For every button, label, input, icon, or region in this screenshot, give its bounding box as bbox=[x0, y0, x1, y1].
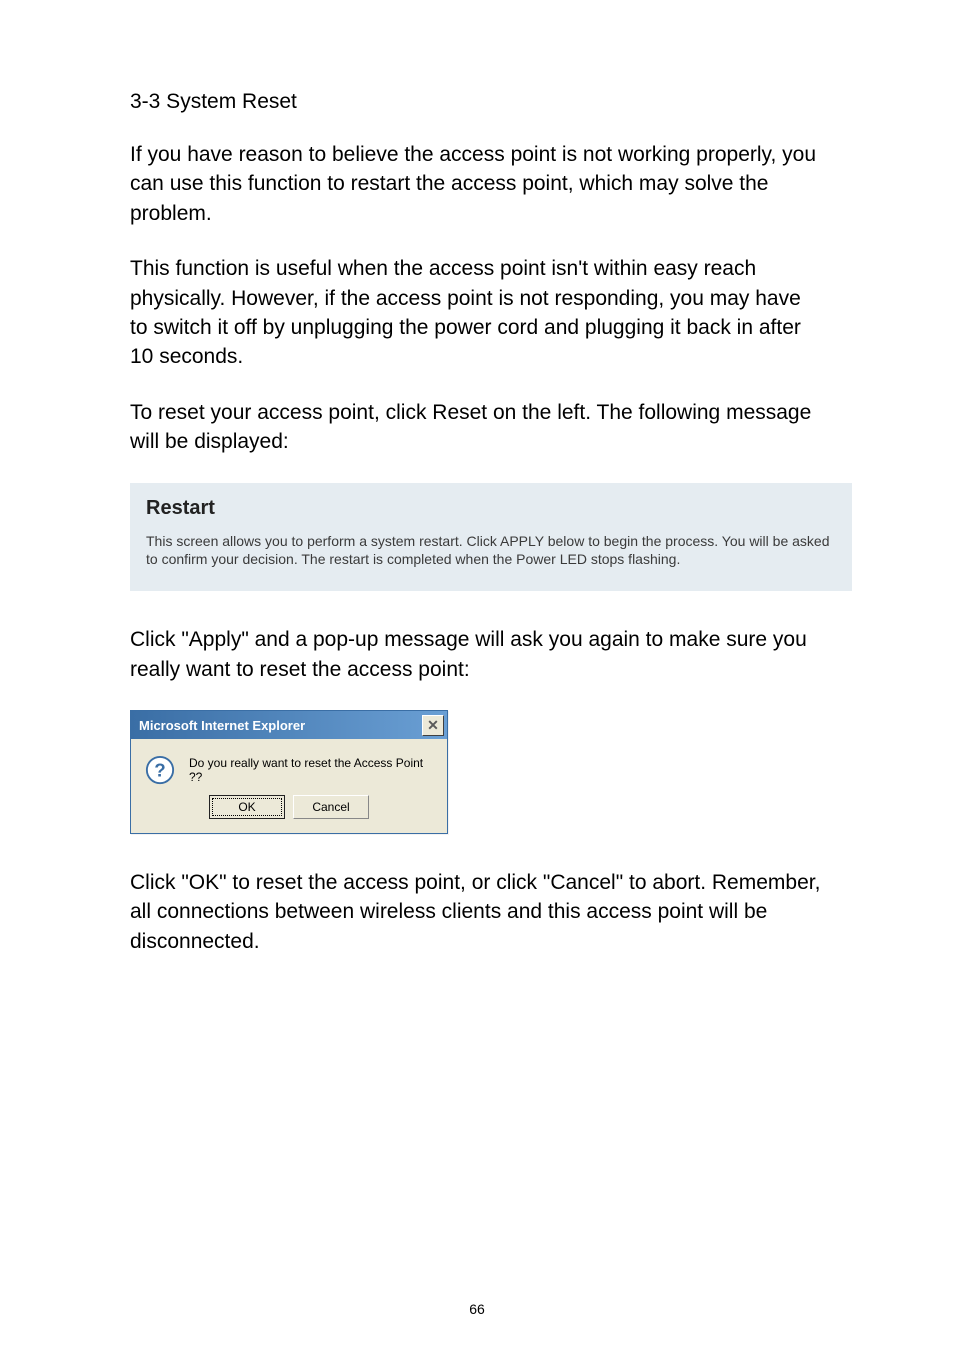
paragraph-4: Click "Apply" and a pop-up message will … bbox=[130, 625, 824, 684]
cancel-button[interactable]: Cancel bbox=[293, 795, 369, 819]
confirm-dialog: Microsoft Internet Explorer ✕ ? Do you r… bbox=[130, 710, 448, 834]
dialog-buttons: OK Cancel bbox=[131, 795, 447, 833]
page-number: 66 bbox=[0, 1301, 954, 1317]
restart-body: This screen allows you to perform a syst… bbox=[146, 532, 836, 570]
dialog-body: ? Do you really want to reset the Access… bbox=[131, 739, 447, 795]
restart-title: Restart bbox=[146, 497, 836, 520]
paragraph-3: To reset your access point, click Reset … bbox=[130, 398, 824, 457]
paragraph-1: If you have reason to believe the access… bbox=[130, 140, 824, 228]
svg-text:?: ? bbox=[154, 760, 165, 781]
ok-button[interactable]: OK bbox=[209, 795, 285, 819]
dialog-title: Microsoft Internet Explorer bbox=[139, 718, 305, 733]
question-icon: ? bbox=[145, 755, 175, 785]
restart-panel: Restart This screen allows you to perfor… bbox=[130, 483, 852, 592]
close-icon[interactable]: ✕ bbox=[422, 715, 444, 736]
dialog-titlebar: Microsoft Internet Explorer ✕ bbox=[131, 711, 447, 739]
paragraph-2: This function is useful when the access … bbox=[130, 254, 824, 372]
section-heading: 3-3 System Reset bbox=[130, 90, 824, 114]
dialog-message: Do you really want to reset the Access P… bbox=[189, 756, 433, 784]
paragraph-5: Click "OK" to reset the access point, or… bbox=[130, 868, 824, 956]
